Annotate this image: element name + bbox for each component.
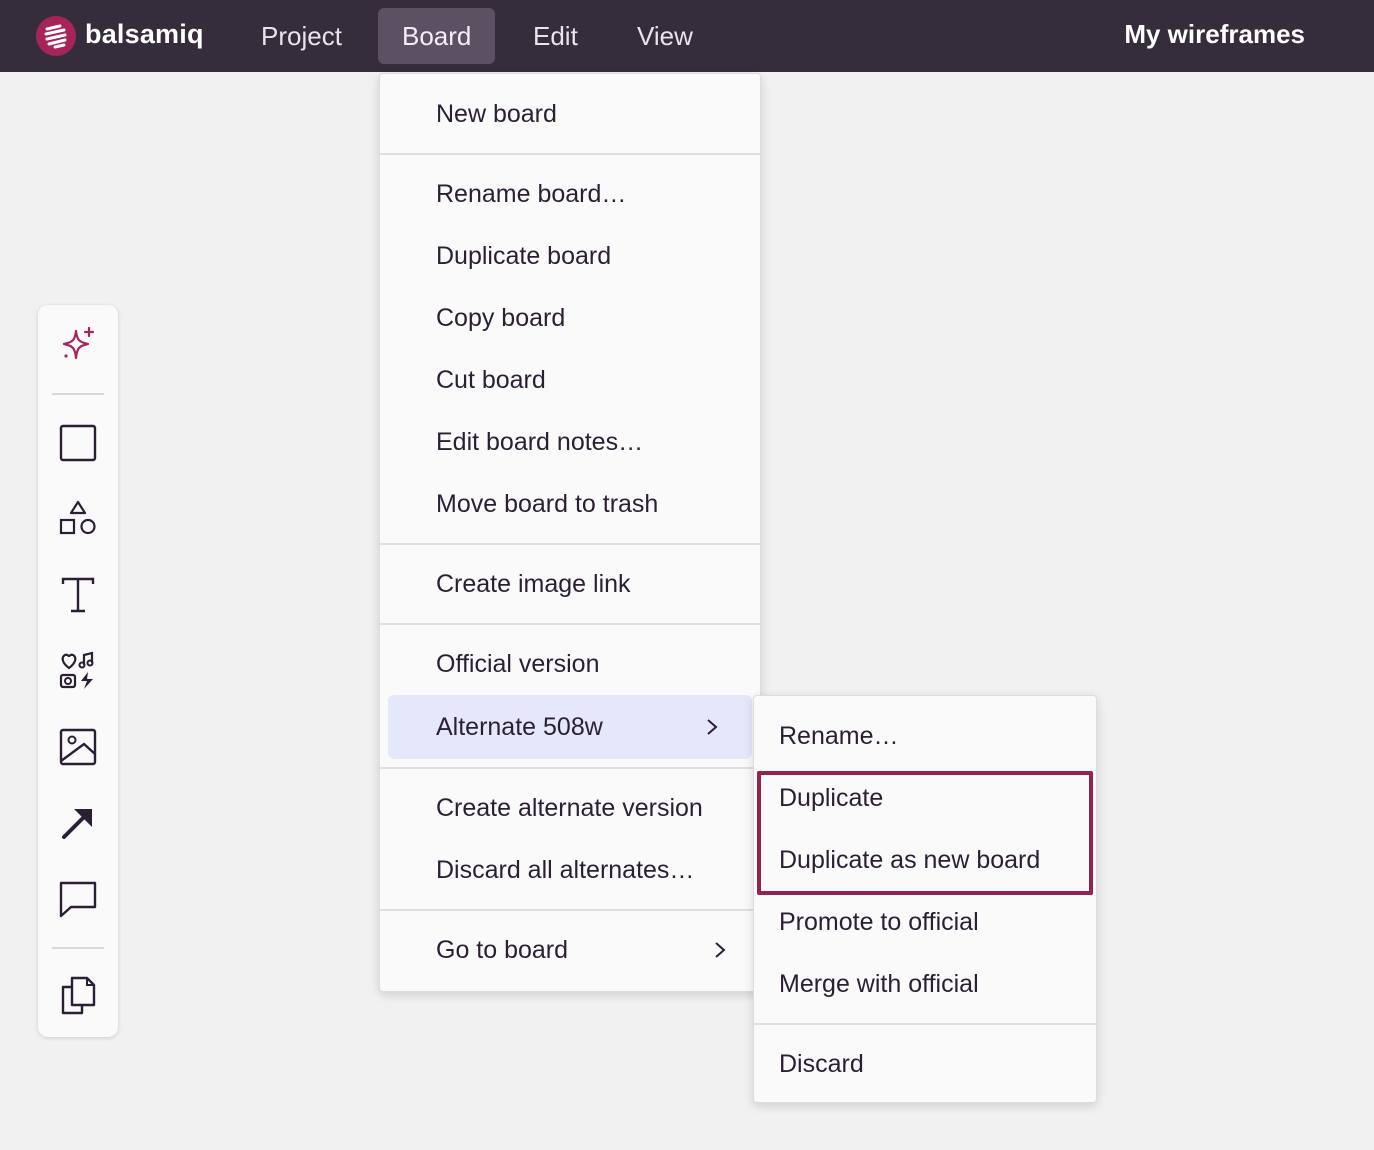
menu-item-alternate[interactable]: Alternate 508w xyxy=(388,695,752,759)
balsamiq-logo-icon[interactable] xyxy=(36,16,76,56)
menu-item-cut-board[interactable]: Cut board xyxy=(380,351,760,409)
menu-item-copy-board[interactable]: Copy board xyxy=(380,289,760,347)
text-icon[interactable] xyxy=(58,575,98,615)
menu-separator xyxy=(380,543,760,545)
menu-item-new-board[interactable]: New board xyxy=(380,85,760,143)
top-menubar: balsamiq Project Board Edit View My wire… xyxy=(0,0,1374,72)
menu-separator xyxy=(380,153,760,155)
alternate-submenu: Rename… Duplicate Duplicate as new board… xyxy=(753,695,1097,1103)
submenu-item-discard[interactable]: Discard xyxy=(754,1035,1096,1093)
toolbar-divider xyxy=(52,393,104,395)
submenu-item-merge-with-official[interactable]: Merge with official xyxy=(754,955,1096,1013)
ai-sparkle-icon[interactable] xyxy=(58,325,98,365)
copy-pages-icon[interactable] xyxy=(58,975,98,1015)
my-wireframes-link[interactable]: My wireframes xyxy=(1124,19,1305,50)
icons-library-icon[interactable] xyxy=(58,651,98,691)
arrow-icon[interactable] xyxy=(58,803,98,843)
menu-item-edit-notes[interactable]: Edit board notes… xyxy=(380,413,760,471)
menu-edit[interactable]: Edit xyxy=(509,8,602,64)
menu-item-move-to-trash[interactable]: Move board to trash xyxy=(380,475,760,533)
menu-separator xyxy=(380,623,760,625)
menu-item-rename-board[interactable]: Rename board… xyxy=(380,165,760,223)
menu-item-official-version[interactable]: Official version xyxy=(380,635,760,693)
menu-project[interactable]: Project xyxy=(237,8,366,64)
image-icon[interactable] xyxy=(58,727,98,767)
menu-separator xyxy=(380,767,760,769)
menu-board[interactable]: Board xyxy=(378,8,496,64)
shapes-icon[interactable] xyxy=(58,499,98,539)
menu-item-alternate-label: Alternate 508w xyxy=(436,713,603,741)
comment-icon[interactable] xyxy=(58,879,98,919)
menu-separator xyxy=(380,909,760,911)
brand-name: balsamiq xyxy=(85,19,204,49)
menu-item-go-to-board-label: Go to board xyxy=(436,936,569,964)
menu-separator xyxy=(754,1023,1096,1025)
menu-view[interactable]: View xyxy=(613,8,717,64)
menu-item-discard-all-alternates[interactable]: Discard all alternates… xyxy=(380,841,760,899)
submenu-item-rename[interactable]: Rename… xyxy=(754,707,1096,765)
chevron-right-icon xyxy=(715,942,726,958)
menu-item-go-to-board[interactable]: Go to board xyxy=(380,921,760,979)
board-menu: New board Rename board… Duplicate board … xyxy=(379,73,761,992)
submenu-item-promote-to-official[interactable]: Promote to official xyxy=(754,893,1096,951)
rectangle-icon[interactable] xyxy=(58,423,98,463)
menu-item-create-image-link[interactable]: Create image link xyxy=(380,555,760,613)
left-toolbar xyxy=(38,305,118,1037)
menu-item-create-alternate[interactable]: Create alternate version xyxy=(380,779,760,837)
menu-item-duplicate-board[interactable]: Duplicate board xyxy=(380,227,760,285)
toolbar-divider xyxy=(52,947,104,949)
chevron-right-icon xyxy=(707,719,718,735)
duplicate-options-highlight xyxy=(757,771,1093,895)
